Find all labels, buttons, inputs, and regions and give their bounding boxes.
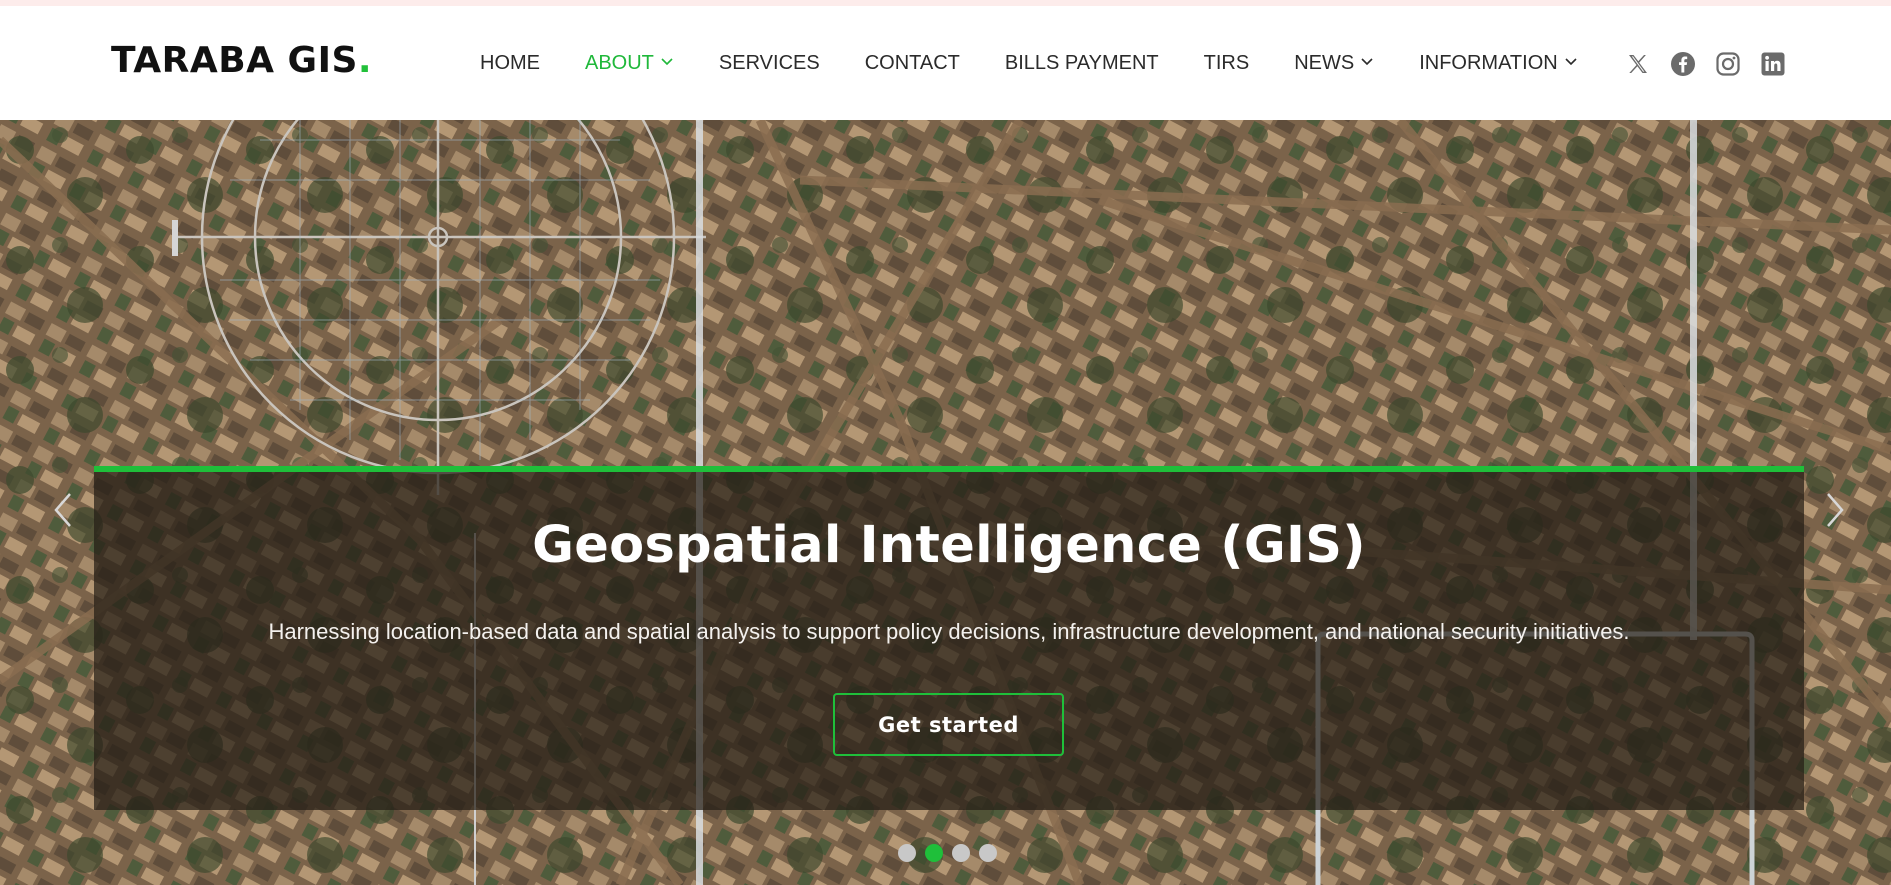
chevron-right-icon — [1827, 493, 1844, 527]
nav-item-information[interactable]: INFORMATION — [1419, 52, 1578, 75]
carousel-prev-button[interactable] — [44, 480, 84, 540]
get-started-button[interactable]: Get started — [833, 693, 1064, 756]
facebook-icon[interactable] — [1669, 50, 1697, 78]
carousel-dot[interactable] — [979, 844, 997, 862]
carousel-next-button[interactable] — [1814, 480, 1854, 540]
main-nav: HOME ABOUT SERVICES CONTACT BILLS PAYMEN… — [480, 6, 1623, 120]
site-header: TARABA GIS. HOME ABOUT SERVICES CONTACT … — [0, 6, 1891, 120]
social-links — [1624, 50, 1787, 78]
nav-item-news[interactable]: NEWS — [1294, 52, 1374, 75]
carousel-dot-active[interactable] — [925, 844, 943, 862]
x-icon[interactable] — [1624, 50, 1652, 78]
nav-item-services[interactable]: SERVICES — [719, 52, 820, 75]
hero-caption-box: Geospatial Intelligence (GIS) Harnessing… — [94, 466, 1804, 810]
carousel-dot[interactable] — [952, 844, 970, 862]
hero-subtitle: Harnessing location-based data and spati… — [268, 619, 1630, 644]
chevron-down-icon — [1361, 58, 1373, 66]
hero-title: Geospatial Intelligence (GIS) — [532, 516, 1366, 575]
nav-item-about[interactable]: ABOUT — [585, 52, 674, 75]
instagram-icon[interactable] — [1714, 50, 1742, 78]
linkedin-icon[interactable] — [1759, 50, 1787, 78]
nav-item-contact[interactable]: CONTACT — [865, 52, 960, 75]
chevron-down-icon — [1565, 58, 1577, 66]
site-logo[interactable]: TARABA GIS. — [111, 40, 372, 81]
hero-carousel: Geospatial Intelligence (GIS) Harnessing… — [0, 120, 1891, 885]
nav-item-tirs[interactable]: TIRS — [1204, 52, 1250, 75]
chevron-left-icon — [54, 493, 71, 527]
nav-item-bills-payment[interactable]: BILLS PAYMENT — [1005, 52, 1159, 75]
chevron-down-icon — [661, 58, 673, 66]
carousel-dot[interactable] — [898, 844, 916, 862]
carousel-indicators — [898, 844, 997, 862]
nav-item-home[interactable]: HOME — [480, 52, 540, 75]
